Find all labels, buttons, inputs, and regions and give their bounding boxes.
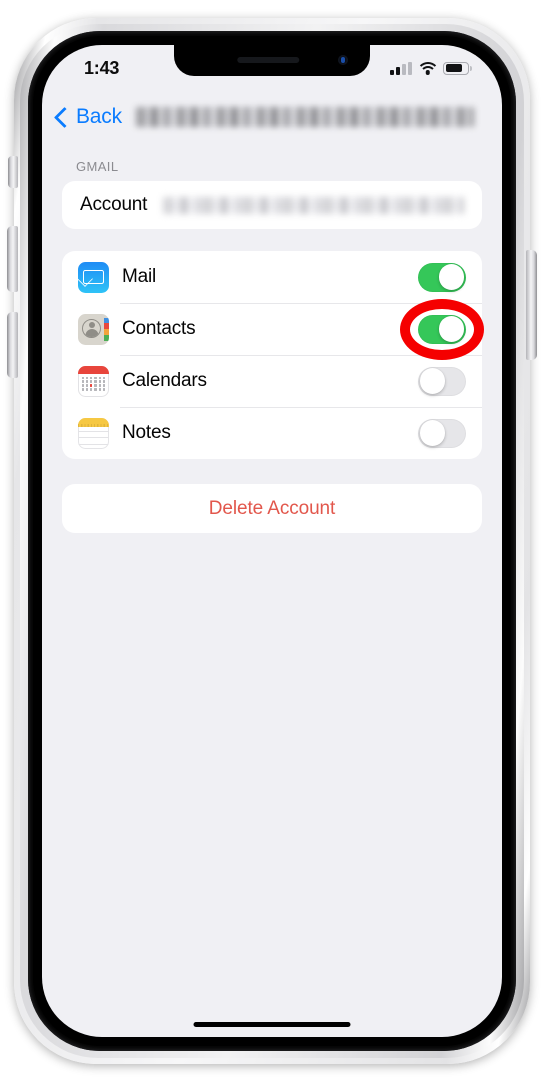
contacts-app-icon bbox=[78, 313, 109, 345]
status-bar-indicators bbox=[390, 61, 472, 75]
notes-toggle[interactable] bbox=[418, 418, 466, 448]
power-button[interactable] bbox=[526, 250, 537, 360]
ringer-switch-button[interactable] bbox=[8, 156, 18, 188]
earpiece-speaker-icon bbox=[237, 57, 300, 63]
wifi-icon bbox=[416, 61, 439, 75]
service-row-notes[interactable]: Notes bbox=[62, 407, 482, 459]
account-row[interactable]: Account bbox=[62, 181, 482, 229]
account-value-redacted bbox=[163, 196, 464, 214]
service-row-contacts[interactable]: Contacts bbox=[62, 303, 482, 355]
chevron-left-icon bbox=[53, 106, 76, 128]
mail-toggle[interactable] bbox=[418, 262, 466, 292]
mail-app-icon bbox=[78, 261, 109, 293]
status-bar-time: 1:43 bbox=[84, 58, 120, 78]
back-button[interactable]: Back bbox=[53, 105, 122, 129]
account-card: Account bbox=[62, 181, 482, 229]
navigation-bar: Back bbox=[42, 91, 502, 143]
volume-up-button[interactable] bbox=[7, 226, 18, 292]
phone-screen: 1:43 Back GMAIL Account Mail Contacts Ca… bbox=[42, 45, 502, 1037]
screenshot-stage: 1:43 Back GMAIL Account Mail Contacts Ca… bbox=[0, 0, 544, 1080]
notes-app-icon bbox=[78, 417, 109, 449]
services-card: Mail Contacts Calendars Notes bbox=[62, 251, 482, 459]
delete-account-label: Delete Account bbox=[208, 497, 336, 519]
front-camera-icon bbox=[338, 55, 348, 65]
cellular-signal-icon bbox=[390, 61, 412, 75]
service-label-contacts: Contacts bbox=[122, 318, 196, 339]
service-row-calendars[interactable]: Calendars bbox=[62, 355, 482, 407]
delete-account-button[interactable]: Delete Account bbox=[62, 484, 482, 533]
page-title-redacted bbox=[135, 107, 474, 127]
service-label-notes: Notes bbox=[122, 422, 171, 443]
contacts-toggle[interactable] bbox=[418, 314, 466, 344]
volume-down-button[interactable] bbox=[7, 312, 18, 378]
calendar-app-icon bbox=[78, 365, 109, 397]
account-row-label: Account bbox=[80, 194, 148, 215]
service-label-calendars: Calendars bbox=[122, 370, 207, 391]
service-label-mail: Mail bbox=[122, 266, 157, 287]
settings-content: GMAIL Account Mail Contacts Calendars No… bbox=[42, 143, 502, 1037]
section-header-gmail: GMAIL bbox=[76, 159, 119, 174]
calendars-toggle[interactable] bbox=[418, 366, 466, 396]
service-row-mail[interactable]: Mail bbox=[62, 251, 482, 303]
home-indicator[interactable] bbox=[193, 1021, 351, 1027]
battery-icon bbox=[443, 61, 472, 75]
display-notch bbox=[174, 45, 370, 76]
back-button-label: Back bbox=[76, 105, 122, 128]
